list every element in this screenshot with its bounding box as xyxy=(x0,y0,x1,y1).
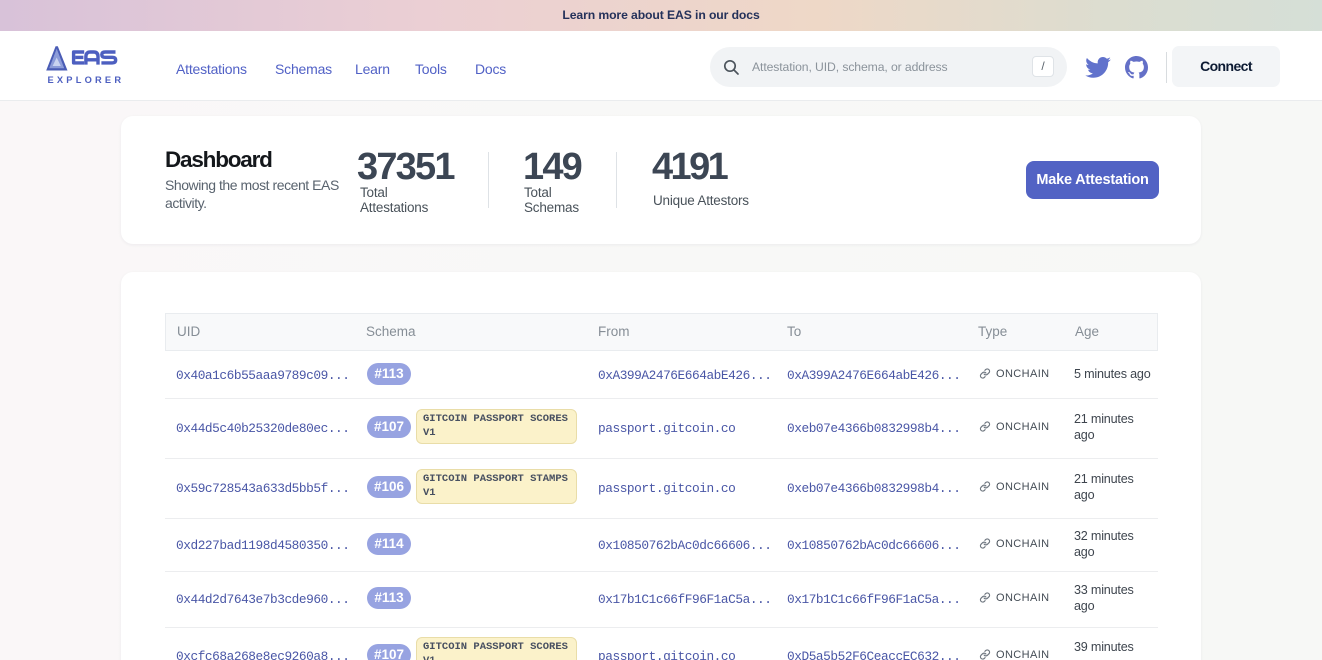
svg-text:EXPLORER: EXPLORER xyxy=(48,75,125,85)
